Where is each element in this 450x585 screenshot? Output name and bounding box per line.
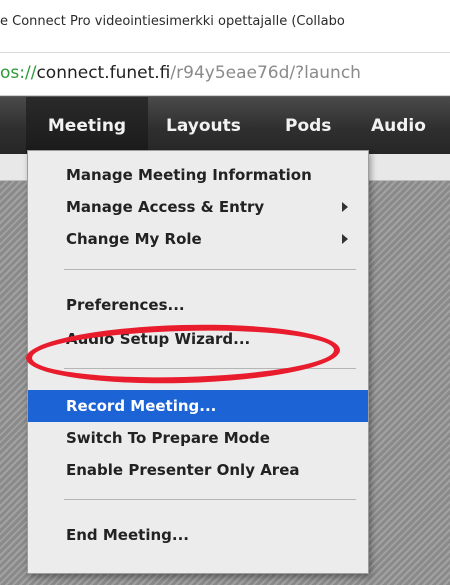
menu-item-label: Change My Role [66, 230, 202, 248]
url-text[interactable]: os://connect.funet.fi/r94y5eae76d/?launc… [0, 63, 361, 83]
menu-layouts[interactable]: Layouts [166, 97, 241, 155]
browser-title-bar: e Connect Pro videointiesimerkki opettaj… [0, 0, 450, 53]
menu-item-preferences[interactable]: Preferences... [28, 289, 368, 321]
menu-item-audio-setup-wizard[interactable]: Audio Setup Wizard... [28, 323, 368, 355]
submenu-arrow-icon [342, 234, 348, 244]
menu-item-manage-meeting-information[interactable]: Manage Meeting Information [28, 159, 368, 191]
menu-audio[interactable]: Audio [371, 97, 426, 155]
submenu-arrow-icon [342, 202, 348, 212]
menu-separator [64, 499, 356, 500]
menu-separator [64, 269, 356, 270]
menu-item-label: Manage Access & Entry [66, 198, 265, 216]
menu-item-record-meeting[interactable]: Record Meeting... [28, 390, 368, 422]
menu-pods[interactable]: Pods [285, 97, 331, 155]
meeting-dropdown-menu: Manage Meeting Information Manage Access… [27, 150, 369, 574]
menu-item-label: Preferences... [66, 296, 185, 314]
menu-item-label: End Meeting... [66, 526, 189, 544]
url-protocol: os:// [0, 63, 37, 83]
menu-item-label: Audio Setup Wizard... [66, 330, 251, 348]
screenshot-root: e Connect Pro videointiesimerkki opettaj… [0, 0, 450, 585]
menu-item-change-my-role[interactable]: Change My Role [28, 223, 368, 255]
menu-item-manage-access-entry[interactable]: Manage Access & Entry [28, 191, 368, 223]
menu-item-label: Enable Presenter Only Area [66, 461, 300, 479]
menu-item-label: Switch To Prepare Mode [66, 429, 270, 447]
address-bar[interactable]: os://connect.funet.fi/r94y5eae76d/?launc… [0, 53, 450, 96]
menu-item-switch-to-prepare-mode[interactable]: Switch To Prepare Mode [28, 422, 368, 454]
menu-meeting[interactable]: Meeting [26, 97, 148, 155]
url-domain: connect.funet.fi [36, 63, 171, 83]
menu-item-label: Record Meeting... [66, 397, 217, 415]
url-path: /r94y5eae76d/?launch [170, 63, 361, 83]
menu-separator [64, 368, 356, 369]
window-title: e Connect Pro videointiesimerkki opettaj… [0, 14, 345, 29]
app-menu-bar: Meeting Layouts Pods Audio [0, 96, 450, 155]
menu-item-end-meeting[interactable]: End Meeting... [28, 519, 368, 551]
menu-item-enable-presenter-only-area[interactable]: Enable Presenter Only Area [28, 454, 368, 486]
menu-item-label: Manage Meeting Information [66, 166, 312, 184]
